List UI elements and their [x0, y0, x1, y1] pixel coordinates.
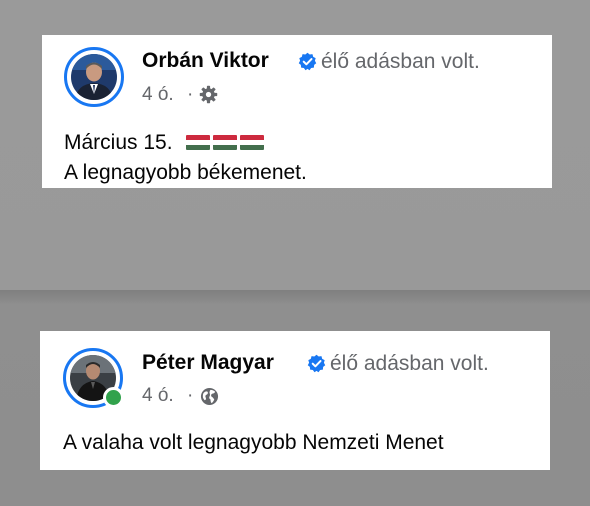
post-card-peter-magyar: Péter Magyar élő adásban volt. 4 ó. · A …	[40, 331, 550, 470]
person-photo-icon	[71, 54, 117, 100]
avatar-peter-magyar[interactable]	[63, 348, 124, 408]
action-text: élő adásban volt.	[321, 50, 480, 73]
post-card-orban-viktor: Orbán Viktor élő adásban volt. 4 ó. · Má…	[42, 35, 552, 188]
profile-photo	[71, 54, 117, 100]
action-text: élő adásban volt.	[330, 352, 489, 375]
post-text-line-1: Március 15.	[64, 131, 265, 155]
post-time[interactable]: 4 ó.	[142, 385, 174, 407]
author-name[interactable]: Orbán Viktor	[142, 49, 269, 73]
post-text-line-2: A legnagyobb békemenet.	[64, 161, 307, 184]
post-text-content: Március 15.	[64, 131, 173, 154]
gear-icon[interactable]	[199, 85, 218, 104]
author-name[interactable]: Péter Magyar	[142, 351, 274, 375]
verified-badge-icon	[298, 52, 317, 71]
online-status-dot	[103, 387, 124, 408]
avatar-orban-viktor[interactable]	[64, 47, 124, 107]
meta-separator: ·	[187, 385, 194, 406]
hungary-flag-icon	[240, 135, 265, 150]
hungary-flag-icon	[186, 135, 211, 150]
post-time[interactable]: 4 ó.	[142, 84, 174, 106]
globe-icon[interactable]	[200, 387, 219, 406]
meta-separator: ·	[187, 84, 194, 105]
verified-badge-icon	[307, 354, 326, 373]
hungary-flag-icon	[213, 135, 238, 150]
post-text-line-1: A valaha volt legnagyobb Nemzeti Menet	[63, 431, 444, 454]
screenshot-divider	[0, 290, 590, 304]
